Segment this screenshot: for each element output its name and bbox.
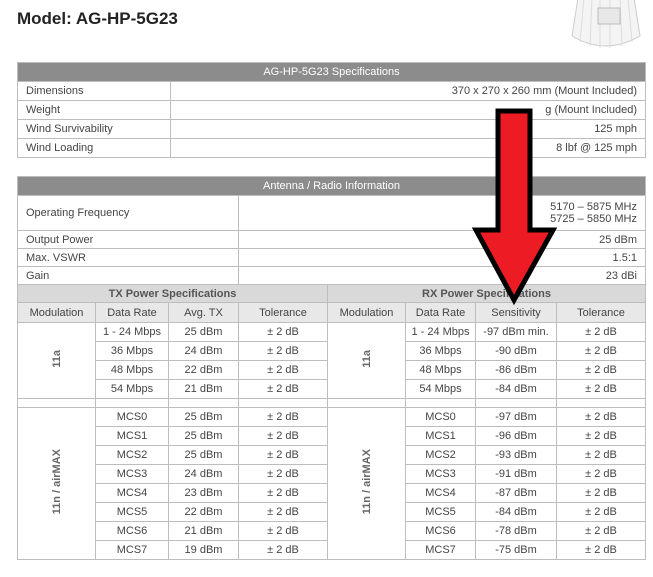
red-arrow-annotation xyxy=(471,108,558,306)
